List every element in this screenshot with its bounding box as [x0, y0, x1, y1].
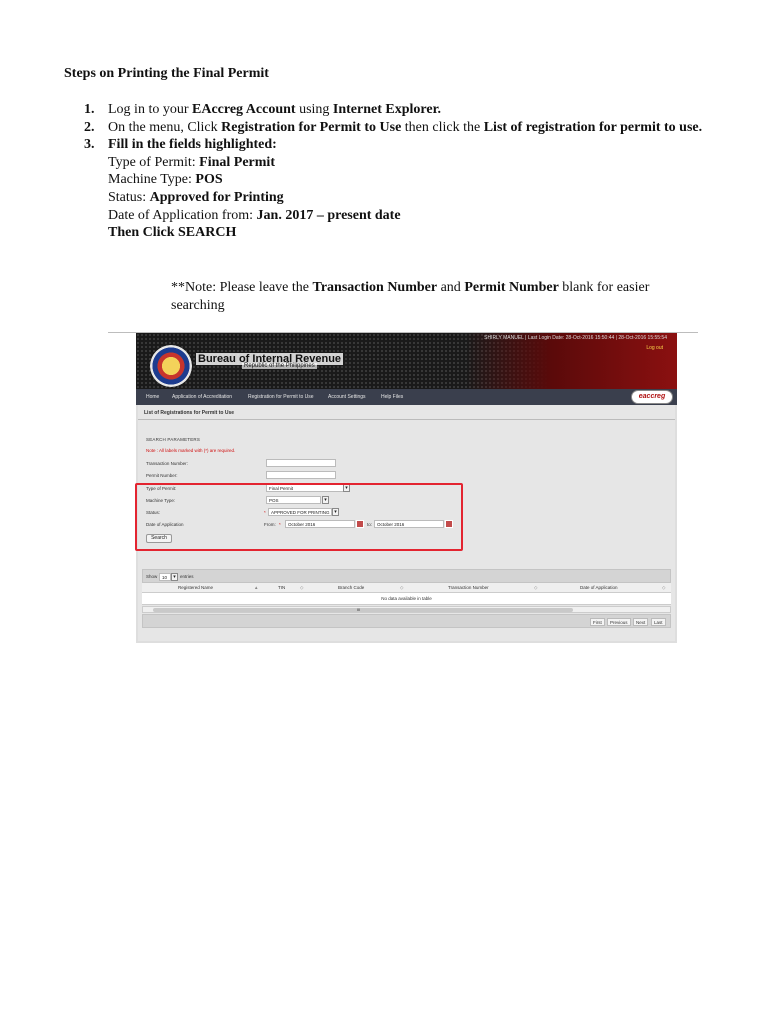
- step-1: 1. Log in to your EAccreg Account using …: [84, 101, 714, 119]
- col-transaction-number[interactable]: Transaction Number: [448, 585, 489, 590]
- field-instruction-status: Status: Approved for Printing: [108, 189, 714, 207]
- instruction-label: Machine Type:: [108, 172, 196, 188]
- instruction-value: Approved for Printing: [149, 189, 284, 205]
- instruction-label: Status:: [108, 189, 150, 205]
- sort-icon[interactable]: ◇: [400, 585, 403, 591]
- note-emphasis: Permit Number: [464, 280, 559, 295]
- nav-home[interactable]: Home: [146, 394, 159, 400]
- table-controls: Show 10 ▾ entries: [142, 569, 671, 583]
- step-heading: Fill in the fields highlighted:: [108, 137, 277, 153]
- note-text: **Note: Please leave the: [171, 280, 313, 295]
- permit-number-input[interactable]: [266, 471, 336, 479]
- step-text: On the menu, Click: [108, 119, 222, 135]
- sort-asc-icon[interactable]: ▲: [254, 585, 258, 590]
- nav-registration-permit[interactable]: Registration for Permit to Use: [248, 394, 314, 400]
- table-body: No data available in table: [142, 593, 671, 605]
- scrollbar-thumb[interactable]: [153, 608, 573, 612]
- step-number: 3.: [84, 137, 95, 153]
- field-instruction-date: Date of Application from: Jan. 2017 – pr…: [108, 207, 714, 225]
- step-2: 2. On the menu, Click Registration for P…: [84, 119, 714, 137]
- page-title: List of Registrations for Permit to Use: [144, 410, 235, 416]
- note-text: and: [437, 280, 465, 295]
- entries-label: entries: [180, 574, 194, 579]
- note-paragraph: **Note: Please leave the Transaction Num…: [171, 279, 701, 314]
- show-label: Show: [146, 574, 158, 579]
- step-tail: Then Click SEARCH: [108, 225, 237, 241]
- step-emphasis: Internet Explorer.: [332, 102, 442, 117]
- sort-icon[interactable]: ◇: [300, 585, 303, 591]
- pagination-next[interactable]: Next: [633, 618, 649, 626]
- eaccreg-logo: eaccreg: [631, 390, 673, 404]
- instruction-label: Date of Application from:: [108, 207, 257, 223]
- pagination-first[interactable]: First: [590, 618, 605, 626]
- field-instruction-machine: Machine Type: POS: [108, 171, 714, 189]
- org-subtitle: Republic of the Philippines: [242, 363, 317, 369]
- chevron-down-icon[interactable]: ▾: [171, 573, 178, 581]
- step-text: then click the: [401, 119, 484, 135]
- label-transaction-number: Transaction Number:: [146, 461, 188, 466]
- step-emphasis: EAccreg Account: [192, 102, 296, 117]
- pagination-previous[interactable]: Previous: [607, 618, 631, 626]
- col-date-of-application[interactable]: Date of Application: [580, 585, 618, 590]
- step-text: using: [295, 102, 333, 117]
- step-number: 2.: [84, 119, 95, 135]
- instruction-value: Jan. 2017 – present date: [256, 207, 401, 223]
- logout-link[interactable]: Log out: [646, 345, 663, 351]
- table-footer: First Previous Next Last: [142, 614, 671, 628]
- nav-account-settings[interactable]: Account Settings: [328, 394, 366, 400]
- pagination-last[interactable]: Last: [651, 618, 666, 626]
- bir-seal-icon: [150, 345, 192, 387]
- required-note: Note : All labels marked with (*) are re…: [146, 448, 236, 453]
- user-session-info: SHIRLY MANUEL | Last Login Date: 28-Oct-…: [484, 335, 667, 341]
- col-branch-code[interactable]: Branch Code: [338, 585, 364, 590]
- col-registered-name[interactable]: Registered Name: [178, 585, 213, 590]
- instruction-value: POS: [195, 172, 223, 188]
- step-number: 1.: [84, 102, 95, 117]
- scroll-grip-mark: III: [357, 607, 361, 612]
- field-instruction-type: Type of Permit: Final Permit: [108, 154, 714, 172]
- nav-help-files[interactable]: Help Files: [381, 394, 403, 400]
- step-3: 3. Fill in the fields highlighted: Type …: [84, 136, 714, 242]
- search-parameters-heading: SEARCH PARAMETERS: [146, 437, 201, 442]
- step-text: Log in to your: [108, 102, 192, 117]
- note-emphasis: Transaction Number: [312, 280, 438, 295]
- page-size-select[interactable]: 10: [159, 573, 171, 581]
- step-emphasis: List of registration for permit to use.: [483, 119, 703, 135]
- highlight-box: [135, 483, 463, 551]
- instruction-label: Type of Permit:: [108, 154, 200, 170]
- sort-icon[interactable]: ◇: [534, 585, 537, 591]
- nav-application-accreditation[interactable]: Application of Accreditation: [172, 394, 232, 400]
- main-nav: Home Application of Accreditation Regist…: [136, 389, 677, 405]
- col-tin[interactable]: TIN: [278, 585, 285, 590]
- empty-table-message: No data available in table: [381, 596, 432, 601]
- horizontal-scrollbar[interactable]: III: [142, 606, 671, 613]
- banner-accent: [466, 333, 677, 389]
- instruction-value: Final Permit: [199, 154, 275, 170]
- document-title: Steps on Printing the Final Permit: [64, 66, 269, 81]
- step-emphasis: Registration for Permit to Use: [221, 119, 402, 135]
- table-header: Registered Name ▲ TIN ◇ Branch Code ◇ Tr…: [142, 583, 671, 593]
- label-permit-number: Permit Number:: [146, 473, 178, 478]
- steps-list: 1. Log in to your EAccreg Account using …: [84, 101, 714, 242]
- transaction-number-input[interactable]: [266, 459, 336, 467]
- title-divider: [138, 419, 675, 420]
- sort-icon[interactable]: ◇: [662, 585, 665, 591]
